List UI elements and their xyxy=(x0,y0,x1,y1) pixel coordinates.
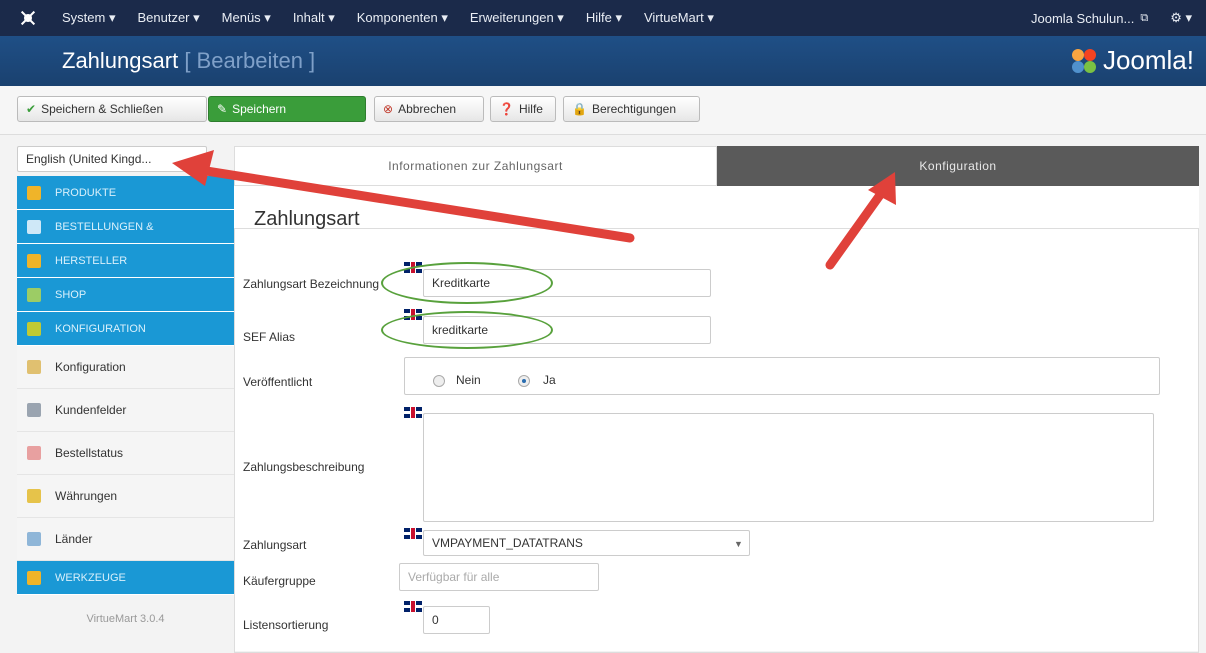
sidebar-item-label: HERSTELLER xyxy=(55,254,128,267)
tools-icon xyxy=(27,570,41,585)
main-menu: System ▾ Benutzer ▾ Menüs ▾ Inhalt ▾ Kom… xyxy=(62,0,736,36)
edit-icon: ✎ xyxy=(217,102,228,116)
joomla-logo-icon[interactable] xyxy=(18,8,38,28)
top-nav-right: Joomla Schulun... ⧉ ⚙ ▾ xyxy=(1031,0,1192,36)
check-icon: ✔ xyxy=(26,102,37,116)
sidebar-item-label: WERKZEUGE xyxy=(55,571,126,584)
page-subtitle: [ Bearbeiten ] xyxy=(184,48,316,73)
published-label: Veröffentlicht xyxy=(243,375,313,389)
sidebar-item-label: Kundenfelder xyxy=(55,403,127,417)
menu-users[interactable]: Benutzer ▾ xyxy=(137,10,199,26)
sidebar-item[interactable]: BESTELLUNGEN & xyxy=(17,210,234,244)
globe-icon xyxy=(27,532,41,546)
config-small-icon xyxy=(27,360,41,374)
sidebar-item-label: Bestellstatus xyxy=(55,446,124,460)
sidebar-item[interactable]: HERSTELLER xyxy=(17,244,234,278)
name-label: Zahlungsart Bezeichnung xyxy=(243,277,380,291)
sidebar-item[interactable]: Kundenfelder xyxy=(17,389,234,432)
description-label: Zahlungsbeschreibung xyxy=(243,460,365,474)
permissions-button[interactable]: 🔒 Berechtigungen xyxy=(563,96,700,122)
sidebar-item[interactable]: KONFIGURATION xyxy=(17,312,234,346)
group-label: Käufergruppe xyxy=(243,574,316,588)
uk-flag-icon xyxy=(404,528,422,539)
tab-bar: Informationen zur Zahlungsart Konfigurat… xyxy=(234,146,1199,186)
sidebar-item[interactable]: PRODUKTE xyxy=(17,176,234,210)
order-label: Listensortierung xyxy=(243,618,329,632)
box-icon xyxy=(27,185,41,200)
admin-top-nav: System ▾ Benutzer ▾ Menüs ▾ Inhalt ▾ Kom… xyxy=(0,0,1206,36)
sidebar-item[interactable]: WERKZEUGE xyxy=(17,561,234,595)
currency-icon xyxy=(27,489,41,503)
sidebar: PRODUKTE BESTELLUNGEN & HERSTELLER SHOP KONF… xyxy=(17,176,234,595)
sidebar-item-label: Währungen xyxy=(55,489,118,503)
sidebar-item[interactable]: Länder xyxy=(17,518,234,561)
lock-icon: 🔒 xyxy=(572,102,587,116)
published-group xyxy=(404,357,1160,395)
chevron-down-icon: ▼ xyxy=(734,539,743,549)
page-title: Zahlungsart [ Bearbeiten ] xyxy=(62,48,316,73)
config-icon xyxy=(27,321,41,336)
cancel-icon: ⊗ xyxy=(383,102,394,116)
highlight-ellipse xyxy=(381,262,553,304)
language-select[interactable]: English (United Kingd... ▼ xyxy=(17,146,207,172)
radio-no[interactable] xyxy=(433,375,445,387)
customer-fields-icon xyxy=(27,403,41,417)
action-toolbar: ✔ Speichern & Schließen ✎ Speichern ⊗ Ab… xyxy=(0,86,1206,135)
radio-no-label: Nein xyxy=(456,373,481,387)
shop-icon xyxy=(27,287,41,302)
external-link-icon: ⧉ xyxy=(1140,11,1149,24)
help-button[interactable]: ❓ Hilfe xyxy=(490,96,556,122)
page-header: Zahlungsart [ Bearbeiten ] Joomla! xyxy=(0,36,1206,86)
chevron-down-icon: ▼ xyxy=(189,155,198,165)
menu-content[interactable]: Inhalt ▾ xyxy=(293,10,335,26)
sidebar-item-label: PRODUKTE xyxy=(55,186,117,199)
sidebar-item[interactable]: Bestellstatus xyxy=(17,432,234,475)
sidebar-item-label: KONFIGURATION xyxy=(55,322,146,335)
menu-extensions[interactable]: Erweiterungen ▾ xyxy=(470,10,564,26)
joomla-brand: Joomla! xyxy=(1069,45,1194,76)
menu-menus[interactable]: Menüs ▾ xyxy=(222,10,271,26)
sidebar-item[interactable]: Konfiguration xyxy=(17,346,234,389)
method-label: Zahlungsart xyxy=(243,538,307,552)
sidebar-item[interactable]: SHOP xyxy=(17,278,234,312)
menu-system[interactable]: System ▾ xyxy=(62,10,115,26)
save-button[interactable]: ✎ Speichern xyxy=(208,96,366,122)
virtuemart-version: VirtueMart 3.0.4 xyxy=(86,613,165,625)
cancel-button[interactable]: ⊗ Abbrechen xyxy=(374,96,484,122)
tab-info[interactable]: Informationen zur Zahlungsart xyxy=(234,146,717,186)
order-input[interactable]: 0 xyxy=(423,606,490,634)
group-input[interactable]: Verfügbar für alle xyxy=(399,563,599,591)
radio-yes-label: Ja xyxy=(543,373,556,387)
description-textarea[interactable] xyxy=(423,413,1154,522)
wrench-icon xyxy=(27,253,41,268)
radio-yes[interactable] xyxy=(518,375,530,387)
sidebar-item-label: BESTELLUNGEN & xyxy=(55,220,154,233)
menu-components[interactable]: Komponenten ▾ xyxy=(357,10,448,26)
method-select[interactable]: VMPAYMENT_DATATRANS xyxy=(423,530,750,556)
menu-help[interactable]: Hilfe ▾ xyxy=(586,10,622,26)
highlight-ellipse xyxy=(381,311,553,349)
help-icon: ❓ xyxy=(499,102,514,116)
sidebar-item-label: SHOP xyxy=(55,288,87,301)
fieldset-legend: Zahlungsart xyxy=(254,208,360,230)
alias-label: SEF Alias xyxy=(243,330,296,344)
sidebar-item-label: Länder xyxy=(55,532,93,546)
menu-virtuemart[interactable]: VirtueMart ▾ xyxy=(644,10,714,26)
uk-flag-icon xyxy=(404,601,422,612)
orders-icon xyxy=(27,219,41,234)
settings-menu[interactable]: ⚙ ▾ xyxy=(1170,10,1192,26)
tab-configuration[interactable]: Konfiguration xyxy=(717,146,1199,186)
site-link[interactable]: Joomla Schulun... xyxy=(1031,11,1134,26)
uk-flag-icon xyxy=(404,407,422,418)
sidebar-item-label: Konfiguration xyxy=(55,360,126,374)
sidebar-item[interactable]: Währungen xyxy=(17,475,234,518)
joomla-brand-icon xyxy=(1071,48,1096,73)
order-status-icon xyxy=(27,446,41,460)
save-close-button[interactable]: ✔ Speichern & Schließen xyxy=(17,96,207,122)
